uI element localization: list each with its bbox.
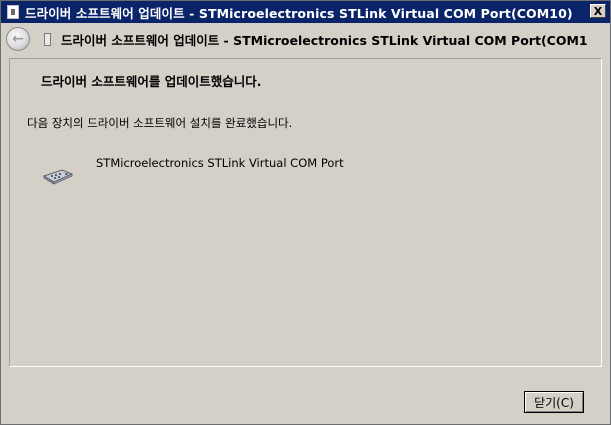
back-button[interactable]: ← — [6, 27, 30, 51]
close-button[interactable]: 닫기(C) — [524, 391, 584, 413]
close-icon: X — [593, 4, 603, 18]
result-message: 다음 장치의 드라이버 소프트웨어 설치를 완료했습니다. — [27, 116, 293, 130]
wizard-header: ← 드라이버 소프트웨어 업데이트 - STMicroelectronics S… — [2, 23, 609, 55]
wizard-title: 드라이버 소프트웨어 업데이트 - STMicroelectronics STL… — [61, 32, 588, 48]
driver-icon — [7, 5, 19, 19]
back-arrow-icon: ← — [12, 31, 24, 47]
content-panel: 드라이버 소프트웨어를 업데이트했습니다. 다음 장치의 드라이버 소프트웨어 … — [9, 58, 602, 367]
driver-icon — [44, 32, 51, 46]
serial-port-icon — [42, 169, 74, 185]
dialog-window: 드라이버 소프트웨어 업데이트 - STMicroelectronics STL… — [0, 0, 611, 425]
close-window-button[interactable]: X — [590, 4, 606, 18]
device-name: STMicroelectronics STLink Virtual COM Po… — [96, 156, 344, 170]
window-title: 드라이버 소프트웨어 업데이트 - STMicroelectronics STL… — [25, 5, 573, 21]
result-heading: 드라이버 소프트웨어를 업데이트했습니다. — [41, 74, 262, 89]
title-bar[interactable]: 드라이버 소프트웨어 업데이트 - STMicroelectronics STL… — [1, 1, 610, 23]
